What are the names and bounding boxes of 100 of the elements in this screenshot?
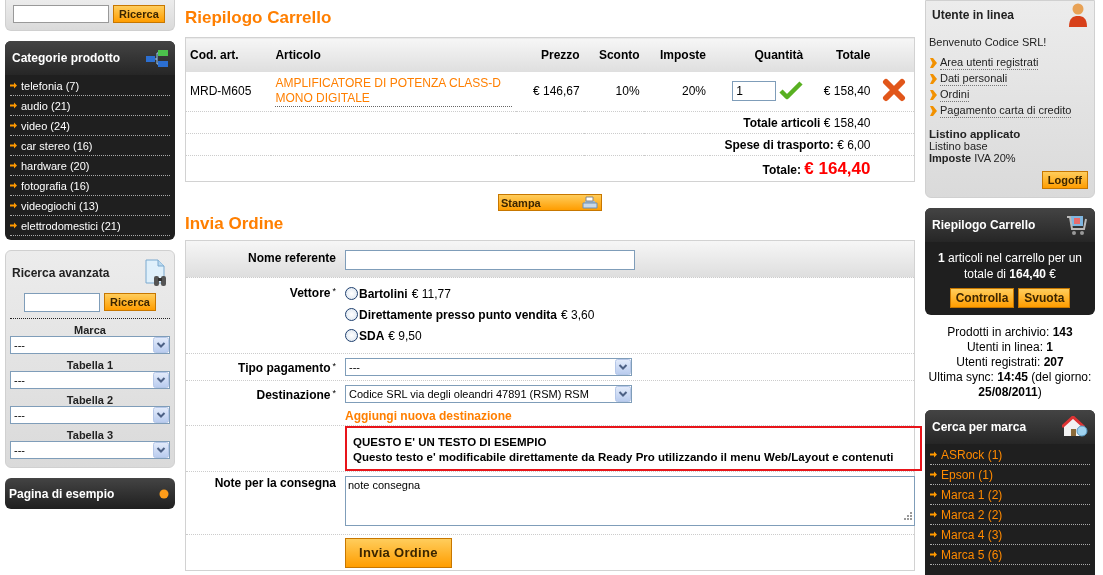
info-text: Listino base — [928, 140, 989, 152]
select-field[interactable]: --- — [345, 358, 632, 376]
category-item[interactable]: car stereo (16) — [10, 136, 170, 156]
search-field[interactable] — [24, 293, 101, 312]
table-cell: MRD-M605 — [185, 71, 272, 112]
arrow-icon — [930, 551, 937, 558]
user-icon — [1068, 3, 1088, 27]
table-cell: € 158,40 — [807, 71, 875, 112]
dot-icon — [159, 488, 169, 499]
submit-order-button[interactable]: Invia Ordine — [345, 538, 452, 568]
search-field[interactable] — [13, 5, 109, 23]
arrow-icon — [10, 102, 17, 109]
user-menu-link[interactable]: Pagamento carta di credito — [929, 103, 1091, 119]
radio-button[interactable] — [345, 329, 358, 342]
stats-text: Prodotti in archivio: 143 — [946, 325, 1074, 340]
arrow-icon — [930, 511, 937, 518]
summary-label: Totale articoli — [743, 115, 821, 130]
column-header: Articolo — [271, 37, 517, 72]
brand-item[interactable]: ASRock (1) — [930, 445, 1090, 465]
filter-label: Tabella 1 — [65, 359, 115, 371]
radio-button[interactable] — [345, 287, 358, 300]
table-cell: 20% — [643, 71, 710, 112]
user-menu-link[interactable]: Area utenti registrati — [929, 55, 1091, 71]
document-binoculars-icon — [144, 259, 168, 287]
delete-icon[interactable] — [882, 77, 907, 102]
column-header: Quantità — [710, 37, 808, 72]
category-item[interactable]: hardware (20) — [10, 156, 170, 176]
printer-icon — [582, 195, 598, 210]
house-icon — [1062, 416, 1088, 438]
arrow-icon — [10, 142, 17, 149]
sample-page-panel[interactable]: Pagina di esempio — [5, 478, 175, 509]
panel-title: Categorie prodotto — [12, 51, 120, 65]
arrow-icon — [930, 491, 937, 498]
user-menu-link[interactable]: Dati personali — [929, 71, 1091, 87]
field-label: Note per la consegna — [213, 476, 336, 492]
field-label: Tipo pagamento * — [237, 360, 336, 376]
brand-item[interactable]: Marca 1 (2) — [930, 485, 1090, 505]
checkmark-icon[interactable] — [779, 81, 804, 102]
arrow-icon — [930, 451, 937, 458]
arrow-icon — [10, 122, 17, 129]
stats-text: Ultima sync: 14:45 (del giorno: 25/08/2011) — [927, 370, 1093, 400]
panel-title: Cerca per marca — [932, 420, 1027, 434]
column-header: Prezzo — [516, 37, 584, 72]
table-cell: € 146,67 — [516, 71, 584, 112]
arrow-icon — [10, 82, 17, 89]
carrier-option[interactable]: Direttamente presso punto vendita € 3,60 — [345, 304, 914, 325]
column-header: Totale — [807, 37, 875, 72]
arrow-icon — [10, 162, 17, 169]
stats-text: Utenti registrati: 207 — [955, 355, 1065, 370]
select-field[interactable]: --- — [10, 441, 170, 459]
welcome-text: Benvenuto Codice SRL! — [928, 35, 1048, 50]
summary-value: € 158,40 — [823, 115, 871, 130]
carrier-option[interactable]: SDA € 9,50 — [345, 325, 914, 346]
arrow-icon — [10, 182, 17, 189]
category-item[interactable]: fotografia (16) — [10, 176, 170, 196]
resize-grip-icon — [904, 512, 912, 520]
print-button[interactable]: Stampa — [498, 194, 602, 211]
search-button[interactable]: Ricerca — [104, 293, 156, 311]
search-button[interactable]: Ricerca — [113, 5, 165, 23]
category-item[interactable]: telefonia (7) — [10, 76, 170, 96]
logoff-button[interactable]: Logoff — [1041, 171, 1088, 189]
column-header: Cod. art. — [185, 37, 272, 72]
section-title: Riepilogo Carrello — [185, 8, 333, 28]
brand-item[interactable]: Marca 5 (6) — [930, 545, 1090, 565]
select-field[interactable]: --- — [10, 406, 170, 424]
section-title: Invia Ordine — [185, 214, 285, 234]
arrow-icon — [930, 471, 937, 478]
empty-cart-button[interactable]: Svuota — [1018, 288, 1071, 308]
contact-name-field[interactable] — [345, 250, 635, 270]
select-field[interactable]: Codice SRL via degli oleandri 47891 (RSM) RSM — [345, 385, 632, 403]
column-header: Sconto — [583, 37, 644, 72]
category-item[interactable]: video (24) — [10, 116, 170, 136]
select-field[interactable]: --- — [10, 336, 170, 354]
bullet-icon — [929, 106, 937, 116]
category-item[interactable]: audio (21) — [10, 96, 170, 116]
tree-icon — [146, 48, 168, 68]
notice-text: Questo testo e' modificabile direttamente da Ready Pro utilizzando il menu Web/Layout e contenuti — [353, 450, 895, 465]
select-field[interactable]: --- — [10, 371, 170, 389]
check-cart-button[interactable]: Controlla — [949, 288, 1015, 308]
bullet-icon — [929, 58, 937, 68]
summary-value: € 6,00 — [837, 137, 871, 152]
brand-item[interactable]: Epson (1) — [930, 465, 1090, 485]
category-item[interactable]: elettrodomestici (21) — [10, 216, 170, 236]
arrow-icon — [10, 202, 17, 209]
carrier-option[interactable]: Bartolini € 11,77 — [345, 283, 914, 304]
notes-field[interactable]: note consegna — [345, 476, 915, 526]
cart-icon — [1066, 214, 1088, 236]
quantity-field[interactable]: 1 — [732, 81, 777, 102]
brand-item[interactable]: Marca 4 (3) — [930, 525, 1090, 545]
radio-button[interactable] — [345, 308, 358, 321]
brand-item[interactable]: Marca 2 (2) — [930, 505, 1090, 525]
field-label: Nome referente — [246, 250, 336, 267]
filter-label: Tabella 3 — [65, 429, 115, 441]
field-label: Vettore * — [288, 285, 336, 302]
arrow-icon — [930, 531, 937, 538]
user-menu-link[interactable]: Ordini — [929, 87, 1091, 103]
cart-summary-text: 1 articoli nel carrello per un totale di 164,40 € — [936, 250, 1084, 282]
panel-title: Riepilogo Carrello — [932, 218, 1036, 232]
category-item[interactable]: videogiochi (13) — [10, 196, 170, 216]
total-label: Totale: — [762, 162, 801, 177]
